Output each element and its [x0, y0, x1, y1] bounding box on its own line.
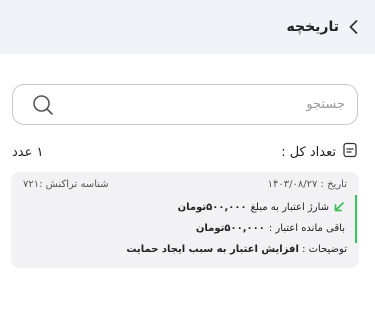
description-prefix: توضیحات : — [302, 244, 347, 255]
transaction-id: شناسه تراکنش :۷۲۱ — [23, 179, 109, 190]
transaction-header: تاریخ : ۱۴۰۳/۰۸/۲۷ شناسه تراکنش :۷۲۱ — [11, 179, 359, 190]
description-line: توضیحات : افزایش اعتبار به سبب ایجاد حما… — [126, 244, 347, 255]
total-count-row: تعداد کل : ۱ عدد — [12, 142, 358, 162]
charge-prefix: شارژ اعتبار به مبلغ — [250, 201, 329, 213]
charge-amount: ۵۰۰,۰۰۰تومان — [177, 201, 247, 213]
remaining-line: باقی مانده اعتبار : ۵۰۰,۰۰۰تومان — [196, 223, 345, 234]
total-count-label-group: تعداد کل : — [281, 142, 358, 162]
search-icon[interactable] — [31, 93, 55, 117]
search-input[interactable] — [85, 97, 345, 112]
document-icon — [342, 142, 358, 162]
transaction-date: تاریخ : ۱۴۰۳/۰۸/۲۷ — [267, 179, 347, 190]
charge-line: شارژ اعتبار به مبلغ ۵۰۰,۰۰۰تومان — [178, 201, 345, 213]
header-bar: تاریخچه — [0, 0, 375, 54]
page-title: تاریخچه — [286, 19, 340, 35]
description-value: افزایش اعتبار به سبب ایجاد حمایت — [126, 244, 299, 255]
remaining-prefix: باقی مانده اعتبار : — [268, 223, 345, 234]
arrow-down-left-icon — [333, 201, 345, 213]
transaction-details: شارژ اعتبار به مبلغ ۵۰۰,۰۰۰تومان باقی ما… — [13, 195, 357, 243]
total-count-value: ۱ عدد — [12, 144, 44, 160]
transaction-card[interactable]: تاریخ : ۱۴۰۳/۰۸/۲۷ شناسه تراکنش :۷۲۱ شار… — [11, 172, 359, 268]
search-box[interactable] — [12, 84, 358, 125]
chevron-right-icon[interactable] — [345, 18, 363, 36]
total-count-label: تعداد کل : — [281, 144, 336, 160]
remaining-amount: ۵۰۰,۰۰۰تومان — [195, 223, 265, 234]
history-page: تاریخچه تعداد کل : ۱ عدد تاریخ : ۱۴۰ — [0, 0, 375, 316]
